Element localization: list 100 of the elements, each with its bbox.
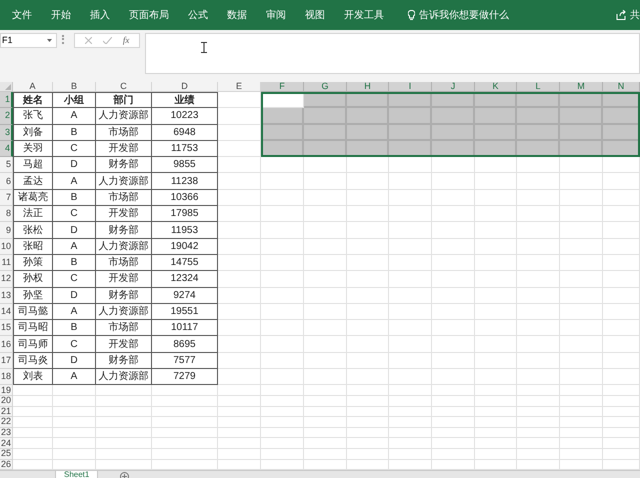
empty-cell xyxy=(517,385,560,396)
column-header[interactable]: C xyxy=(96,82,152,92)
column-header[interactable]: I xyxy=(389,82,432,92)
row-header[interactable]: 7 xyxy=(0,190,13,206)
empty-cell xyxy=(432,406,475,418)
empty-cell xyxy=(475,238,517,255)
ribbon-tab[interactable]: 开始 xyxy=(43,8,79,22)
ribbon-tab[interactable]: 视图 xyxy=(297,8,333,22)
row-header[interactable]: 4 xyxy=(0,140,13,158)
select-all-icon[interactable] xyxy=(5,84,11,90)
empty-cell xyxy=(560,190,603,206)
empty-cell xyxy=(517,320,560,336)
row-header[interactable]: 19 xyxy=(0,385,13,396)
row-header[interactable]: 10 xyxy=(0,238,13,255)
empty-cell xyxy=(96,385,152,396)
ribbon-tab[interactable]: 页面布局 xyxy=(121,8,177,22)
row-header[interactable]: 6 xyxy=(0,173,13,190)
column-header[interactable]: L xyxy=(517,82,560,92)
insert-function-button[interactable]: fx xyxy=(122,34,130,48)
column-header[interactable]: D xyxy=(152,82,218,92)
row-header[interactable]: 16 xyxy=(0,336,13,353)
row-header[interactable]: 18 xyxy=(0,369,13,386)
table-cell: 孙坚 xyxy=(13,288,53,304)
empty-cell xyxy=(218,428,261,438)
column-header[interactable]: K xyxy=(475,82,517,92)
column-header[interactable]: G xyxy=(304,82,347,92)
row-header[interactable]: 23 xyxy=(0,428,13,438)
empty-cell xyxy=(432,369,475,386)
tell-me-search[interactable]: 告诉我你想要做什么 xyxy=(419,8,509,22)
table-cell: 7577 xyxy=(152,352,218,370)
column-header[interactable]: F xyxy=(261,82,304,92)
row-header[interactable]: 13 xyxy=(0,288,13,304)
row-header[interactable]: 25 xyxy=(0,448,13,460)
selected-cell xyxy=(560,108,603,125)
empty-cell xyxy=(304,173,347,190)
ribbon-tab[interactable]: 公式 xyxy=(180,8,216,22)
row-header[interactable]: 14 xyxy=(0,304,13,320)
table-cell: B xyxy=(53,190,96,206)
row-header[interactable]: 26 xyxy=(0,460,13,470)
empty-cell xyxy=(304,304,347,320)
empty-cell xyxy=(304,206,347,222)
empty-cell xyxy=(347,304,389,320)
column-header[interactable]: B xyxy=(53,82,96,92)
table-cell: 开发部 xyxy=(96,271,152,288)
ribbon-tab[interactable]: 数据 xyxy=(219,8,255,22)
column-header[interactable]: E xyxy=(218,82,261,92)
selected-cell xyxy=(389,124,432,141)
table-cell: 市场部 xyxy=(96,254,152,272)
table-cell: 张昭 xyxy=(13,238,53,255)
empty-cell xyxy=(218,448,261,460)
row-header[interactable]: 2 xyxy=(0,108,13,125)
row-header[interactable]: 15 xyxy=(0,320,13,336)
row-header[interactable]: 17 xyxy=(0,352,13,370)
column-header[interactable]: A xyxy=(13,82,53,92)
empty-cell xyxy=(304,369,347,386)
empty-cell xyxy=(304,448,347,460)
check-icon[interactable] xyxy=(102,37,112,44)
table-cell: 市场部 xyxy=(96,124,152,141)
row-header[interactable]: 20 xyxy=(0,396,13,407)
selected-cell xyxy=(432,108,475,125)
column-header[interactable]: J xyxy=(432,82,475,92)
row-header[interactable]: 1 xyxy=(0,92,13,108)
empty-cell xyxy=(560,336,603,353)
ribbon-tab[interactable]: 开发工具 xyxy=(336,8,392,22)
empty-cell xyxy=(261,254,304,272)
empty-cell xyxy=(560,352,603,370)
empty-cell xyxy=(603,417,640,428)
formula-input[interactable] xyxy=(145,33,640,74)
table-cell: 孙权 xyxy=(13,271,53,288)
empty-cell xyxy=(560,304,603,320)
empty-cell xyxy=(560,428,603,438)
empty-cell xyxy=(261,157,304,174)
column-header[interactable]: M xyxy=(560,82,603,92)
table-cell: 财务部 xyxy=(96,352,152,370)
table-cell: 19042 xyxy=(152,238,218,255)
ribbon-tab[interactable]: 文件 xyxy=(4,8,40,22)
name-box[interactable]: F1 xyxy=(0,33,57,48)
row-header[interactable]: 11 xyxy=(0,254,13,272)
ribbon-tab[interactable]: 审阅 xyxy=(258,8,294,22)
row-header[interactable]: 22 xyxy=(0,417,13,428)
row-header[interactable]: 9 xyxy=(0,222,13,239)
empty-cell xyxy=(560,288,603,304)
empty-cell xyxy=(603,428,640,438)
empty-cell xyxy=(432,385,475,396)
empty-cell xyxy=(389,417,432,428)
table-cell: 10366 xyxy=(152,190,218,206)
row-header[interactable]: 5 xyxy=(0,157,13,174)
row-header[interactable]: 8 xyxy=(0,206,13,222)
column-header[interactable]: N xyxy=(603,82,640,92)
share-button[interactable]: 共 xyxy=(630,8,640,22)
column-header[interactable]: H xyxy=(347,82,389,92)
cancel-icon[interactable] xyxy=(84,37,92,44)
row-header[interactable]: 3 xyxy=(0,124,13,141)
sheet-tab[interactable]: Sheet1 xyxy=(55,471,98,478)
ribbon-tab[interactable]: 插入 xyxy=(82,8,118,22)
empty-cell xyxy=(152,417,218,428)
add-sheet-icon[interactable] xyxy=(120,472,130,478)
row-header[interactable]: 21 xyxy=(0,406,13,418)
row-header[interactable]: 12 xyxy=(0,271,13,288)
row-header[interactable]: 24 xyxy=(0,438,13,449)
